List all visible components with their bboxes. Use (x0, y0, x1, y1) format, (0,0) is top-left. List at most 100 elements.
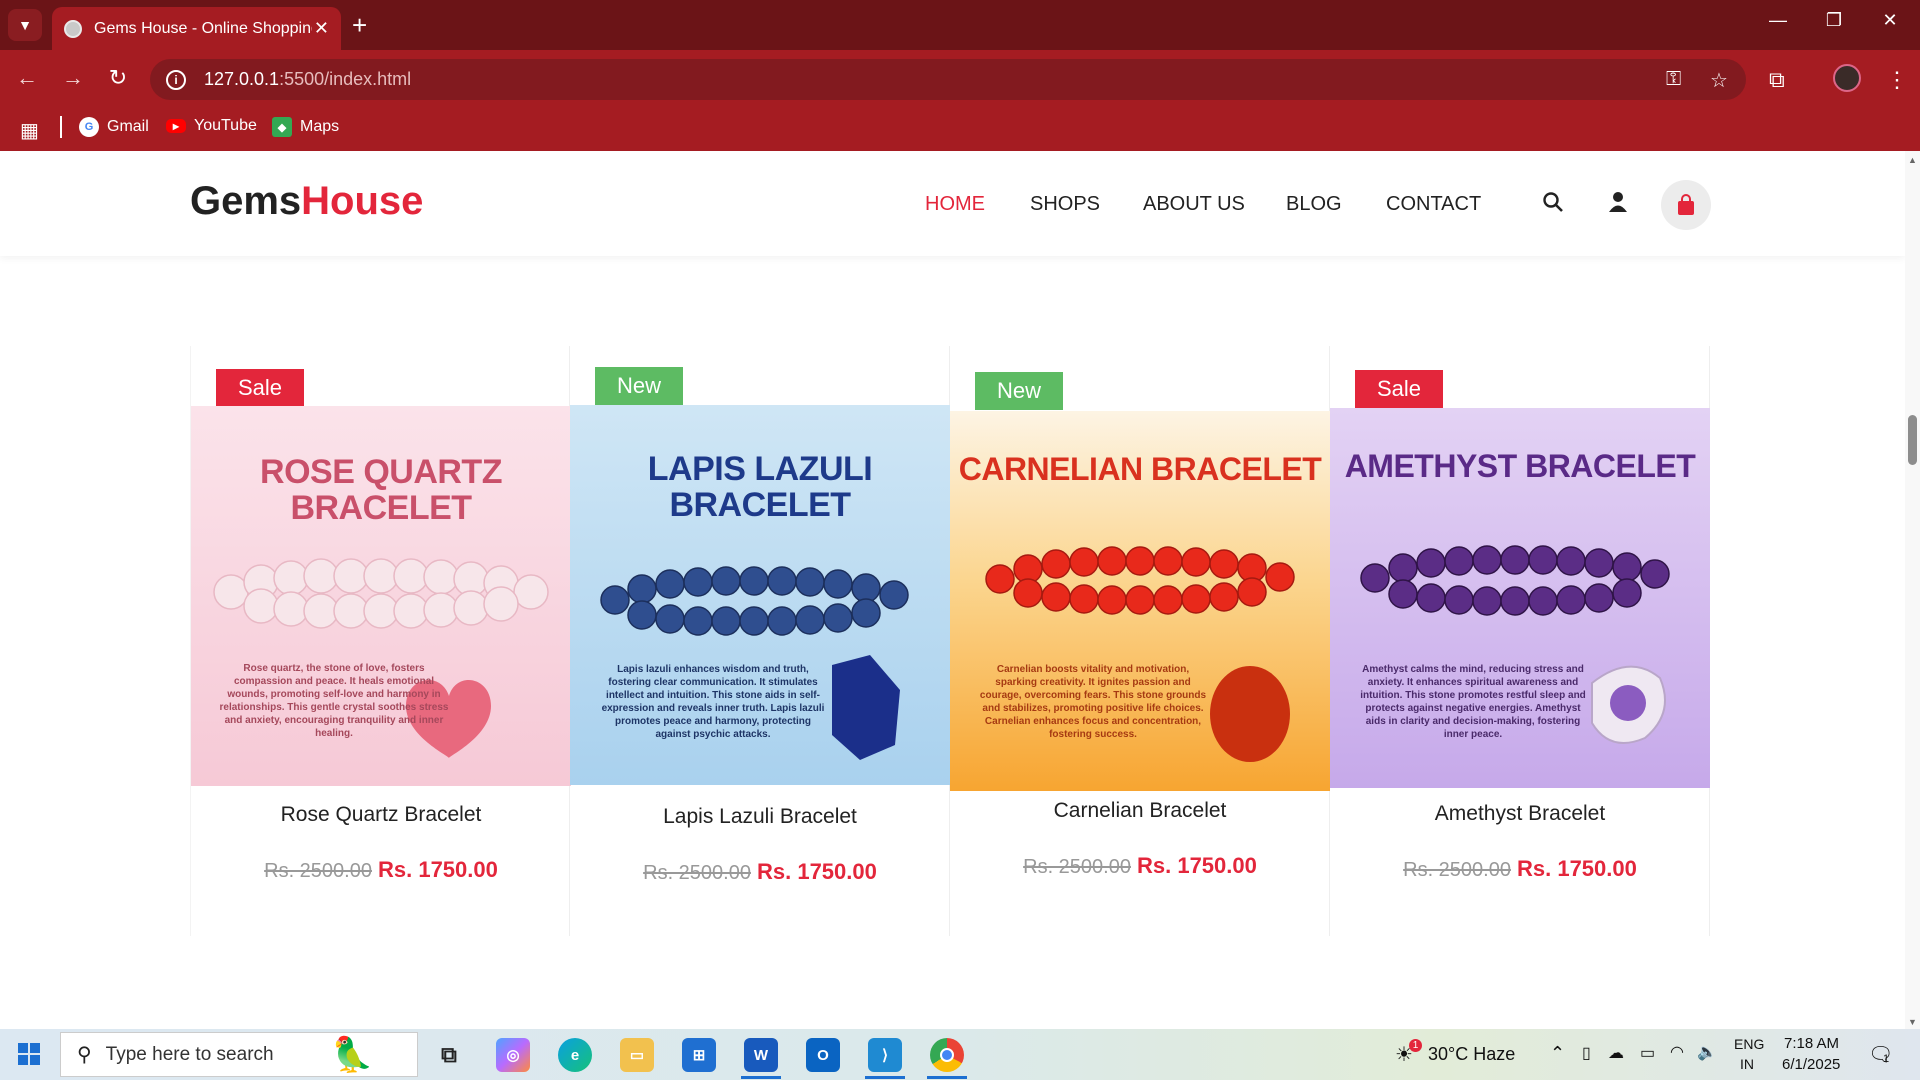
url-host: 127.0.0.1 (204, 69, 280, 89)
taskbar-search-box[interactable]: ⚲ Type here to search 🦜 (60, 1032, 418, 1077)
product-card[interactable]: Sale ROSE QUARTZ BRACELET Rose quartz, t… (190, 346, 571, 936)
address-bar[interactable]: i 127.0.0.1:5500/index.html ⚿ ☆ (150, 59, 1746, 100)
nav-home[interactable]: HOME (925, 193, 985, 216)
volume-icon[interactable]: 🔈 (1697, 1042, 1717, 1062)
windows-taskbar: ⚲ Type here to search 🦜 ⧉ ◎ e ▭ ⊞ W O ⟩ … (0, 1029, 1920, 1080)
bookmark-label: YouTube (194, 117, 257, 134)
bookmark-maps[interactable]: ◆ Maps (272, 117, 339, 137)
file-explorer-icon[interactable]: ▭ (620, 1038, 654, 1072)
bookmark-separator (60, 116, 62, 138)
search-icon[interactable] (1542, 191, 1564, 219)
password-key-icon[interactable]: ⚿ (1666, 68, 1681, 91)
search-icon: ⚲ (77, 1044, 92, 1066)
new-badge: New (595, 367, 684, 405)
product-name[interactable]: Carnelian Bracelet (950, 799, 1330, 823)
image-description: Lapis lazuli enhances wisdom and truth, … (601, 664, 825, 740)
image-title-line2: BRACELET (290, 489, 472, 527)
image-title-line2: BRACELET (669, 486, 851, 524)
reload-icon[interactable]: ↻ (103, 65, 133, 91)
edge-icon[interactable]: e (558, 1038, 592, 1072)
browser-tab-strip: ▼ Gems House - Online Shopping ✕ + — ❐ ✕ (0, 0, 1920, 50)
nav-about-us[interactable]: ABOUT US (1143, 193, 1245, 216)
clock-date[interactable]: 6/1/2025 (1782, 1056, 1840, 1073)
site-logo[interactable]: GemsHouse (190, 179, 423, 224)
site-header: GemsHouse HOME SHOPS ABOUT US BLOG CONTA… (0, 151, 1905, 256)
product-price: Rs. 2500.00 Rs. 1750.00 (570, 859, 950, 885)
language-primary[interactable]: ENG (1734, 1036, 1764, 1052)
url-text: 127.0.0.1:5500/index.html (204, 69, 411, 90)
new-tab-button[interactable]: + (352, 10, 367, 40)
product-card[interactable]: Sale AMETHYST BRACELET Amethyst calms th… (1330, 346, 1710, 936)
scroll-down-arrow[interactable]: ▼ (1908, 1017, 1917, 1027)
google-icon: G (79, 117, 99, 137)
product-image[interactable]: ROSE QUARTZ BRACELET Rose quartz, the st… (191, 406, 571, 786)
sale-price: Rs. 1750.00 (1136, 853, 1257, 878)
sale-price: Rs. 1750.00 (756, 859, 877, 884)
product-name[interactable]: Rose Quartz Bracelet (191, 803, 571, 827)
windows-start-icon[interactable] (18, 1043, 40, 1065)
nav-contact[interactable]: CONTACT (1386, 193, 1481, 216)
profile-avatar[interactable] (1833, 64, 1861, 92)
product-card[interactable]: New LAPIS LAZULI BRACELET Lapis lazuli e… (570, 346, 950, 936)
search-placeholder: Type here to search (105, 1043, 274, 1065)
sale-price: Rs. 1750.00 (377, 857, 498, 882)
old-price: Rs. 2500.00 (643, 862, 751, 884)
store-icon[interactable]: ⊞ (682, 1038, 716, 1072)
product-name[interactable]: Lapis Lazuli Bracelet (570, 805, 950, 829)
cart-button[interactable] (1661, 180, 1711, 230)
restore-icon[interactable]: ❐ (1814, 10, 1854, 31)
nav-shops[interactable]: SHOPS (1030, 193, 1100, 216)
product-image[interactable]: AMETHYST BRACELET Amethyst calms the min… (1330, 408, 1710, 788)
wifi-icon[interactable]: ◠ (1670, 1042, 1684, 1062)
product-card[interactable]: New CARNELIAN BRACELET Carnelian boosts … (950, 346, 1330, 936)
image-description: Amethyst calms the mind, reducing stress… (1360, 664, 1586, 740)
device-icon[interactable]: ▯ (1582, 1043, 1591, 1063)
image-title-line1: ROSE QUARTZ (260, 453, 502, 491)
outlook-icon[interactable]: O (806, 1038, 840, 1072)
chevron-down-icon: ▼ (18, 17, 32, 33)
minimize-icon[interactable]: — (1758, 10, 1798, 31)
old-price: Rs. 2500.00 (1023, 856, 1131, 878)
scroll-thumb[interactable] (1908, 415, 1917, 465)
image-description: Carnelian boosts vitality and motivation… (979, 664, 1207, 740)
product-price: Rs. 2500.00 Rs. 1750.00 (191, 857, 571, 883)
notifications-icon[interactable]: 🗨 (1868, 1042, 1893, 1067)
back-icon[interactable]: ← (12, 65, 42, 91)
bookmark-gmail[interactable]: G Gmail (79, 117, 149, 137)
battery-icon[interactable]: ▭ (1640, 1043, 1655, 1063)
user-icon[interactable] (1608, 191, 1628, 219)
clock-time[interactable]: 7:18 AM (1784, 1035, 1839, 1052)
apps-grid-icon[interactable]: ▦ (20, 118, 39, 143)
nav-blog[interactable]: BLOG (1286, 193, 1342, 216)
browser-toolbar: ← → ↻ i 127.0.0.1:5500/index.html ⚿ ☆ ⧉ … (0, 50, 1920, 108)
word-icon[interactable]: W (744, 1038, 778, 1072)
sale-badge: Sale (216, 369, 305, 407)
scroll-up-arrow[interactable]: ▲ (1908, 155, 1917, 165)
vscode-icon[interactable]: ⟩ (868, 1038, 902, 1072)
tab-search-button[interactable]: ▼ (8, 9, 42, 41)
close-tab-icon[interactable]: ✕ (314, 18, 329, 39)
web-page: GemsHouse HOME SHOPS ABOUT US BLOG CONTA… (0, 151, 1905, 1029)
image-description: Rose quartz, the stone of love, fosters … (219, 663, 449, 739)
copilot-icon[interactable]: ◎ (496, 1038, 530, 1072)
language-secondary[interactable]: IN (1740, 1056, 1754, 1072)
product-name[interactable]: Amethyst Bracelet (1330, 802, 1710, 826)
old-price: Rs. 2500.00 (264, 860, 372, 882)
forward-icon[interactable]: → (58, 65, 88, 91)
cloud-icon[interactable]: ☁ (1608, 1043, 1624, 1063)
menu-kebab-icon[interactable]: ⋮ (1886, 67, 1908, 93)
chevron-up-icon[interactable]: ⌃ (1550, 1043, 1565, 1064)
extensions-icon[interactable]: ⧉ (1769, 67, 1785, 93)
chrome-icon[interactable] (930, 1038, 964, 1072)
bookmark-star-icon[interactable]: ☆ (1710, 68, 1728, 93)
weather-text[interactable]: 30°C Haze (1428, 1044, 1515, 1065)
site-info-icon[interactable]: i (166, 69, 186, 90)
page-scrollbar[interactable]: ▲ ▼ (1905, 151, 1920, 1029)
close-window-icon[interactable]: ✕ (1870, 10, 1910, 31)
sale-price: Rs. 1750.00 (1516, 856, 1637, 881)
browser-tab-active[interactable]: Gems House - Online Shopping ✕ (52, 7, 341, 50)
product-image[interactable]: CARNELIAN BRACELET Carnelian boosts vita… (950, 411, 1330, 791)
bookmark-youtube[interactable]: ▶ YouTube (166, 117, 257, 135)
product-image[interactable]: LAPIS LAZULI BRACELET Lapis lazuli enhan… (570, 405, 950, 785)
task-view-icon[interactable]: ⧉ (432, 1038, 466, 1072)
